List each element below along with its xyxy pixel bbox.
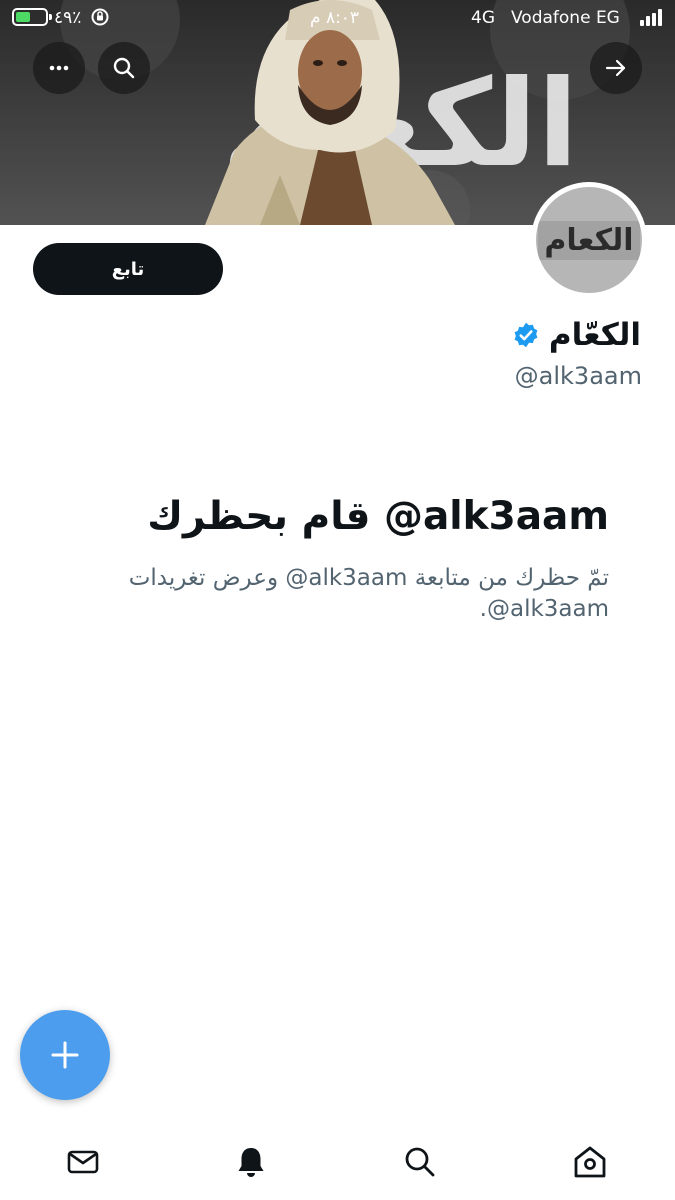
orientation-lock-icon — [90, 7, 110, 30]
blocked-title: alk3aam@ قام بحظرك — [147, 494, 609, 539]
nav-explore[interactable] — [396, 1138, 444, 1186]
status-bar: ٤٩٪ ٨:٠٣ م 4G Vodafone EG — [0, 0, 675, 36]
bottom-navigation — [0, 1118, 675, 1200]
profile-handle: @alk3aam — [514, 362, 642, 390]
arrow-right-icon — [605, 59, 626, 77]
battery-percent: ٤٩٪ — [54, 8, 82, 28]
compose-button[interactable] — [20, 1010, 110, 1100]
verified-badge-icon — [514, 322, 538, 348]
blocked-description: تمّ حظرك من متابعة alk3aam@ وعرض تغريدات… — [128, 565, 609, 622]
more-icon — [49, 65, 69, 71]
nav-home[interactable] — [566, 1138, 614, 1186]
nav-messages[interactable] — [59, 1138, 107, 1186]
clock: ٨:٠٣ م — [310, 8, 360, 28]
search-profile-button[interactable] — [98, 42, 150, 94]
home-icon — [574, 1146, 606, 1178]
profile-name-row: الكعّام — [512, 312, 641, 358]
search-icon — [113, 57, 135, 79]
nav-notifications[interactable] — [227, 1138, 275, 1186]
search-icon — [405, 1147, 435, 1177]
carrier-name: Vodafone EG — [511, 8, 620, 28]
mail-icon — [67, 1150, 99, 1174]
display-name: الكعّام — [548, 317, 641, 353]
plus-icon — [51, 1041, 79, 1069]
follow-button[interactable]: تابع — [33, 243, 223, 295]
profile-avatar[interactable]: الكعام — [531, 182, 647, 298]
back-button[interactable] — [590, 42, 642, 94]
network-type: 4G — [471, 8, 495, 28]
avatar-logo: الكعام — [538, 220, 640, 260]
more-options-button[interactable] — [33, 42, 85, 94]
signal-icon — [640, 9, 664, 26]
bell-icon — [238, 1148, 264, 1177]
battery-icon — [12, 8, 52, 26]
